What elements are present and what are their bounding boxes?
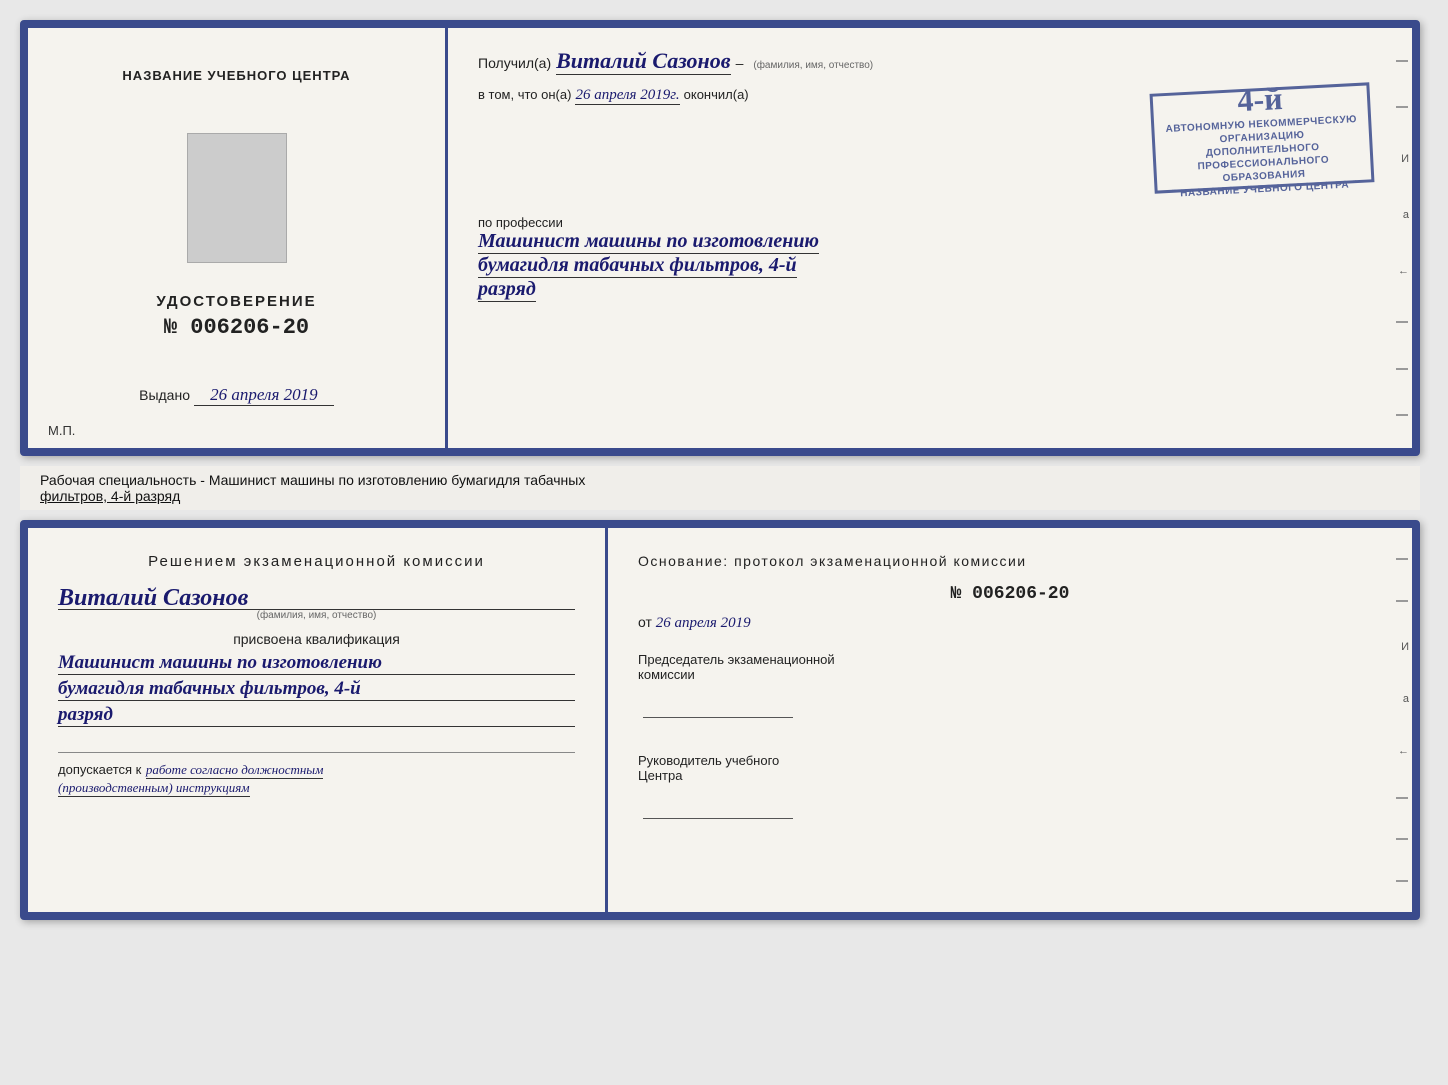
info-bar-text: Рабочая специальность - Машинист машины …: [40, 472, 585, 488]
допуск-section: допускается к работе согласно должностны…: [58, 752, 575, 797]
допуск-italic-2: (производственным) инструкциям: [58, 780, 250, 797]
bottom-right: Основание: протокол экзаменационной коми…: [608, 528, 1412, 912]
info-bar: Рабочая специальность - Машинист машины …: [20, 466, 1420, 510]
bsm-1: [1396, 558, 1408, 560]
recipient-line: Получил(а) Виталий Сазонов – (фамилия, и…: [478, 48, 1382, 75]
side-letter-a: а: [1392, 209, 1412, 221]
side-letter-arrow: ←: [1392, 265, 1412, 277]
name-block: Виталий Сазонов (фамилия, имя, отчество): [58, 585, 575, 621]
top-left-title: НАЗВАНИЕ УЧЕБНОГО ЦЕНТРА: [122, 68, 350, 83]
bsm-arrow: ←: [1392, 745, 1412, 757]
profession-line1: Машинист машины по изготовлению: [478, 230, 819, 254]
profession-block: Машинист машины по изготовлению бумагидл…: [478, 230, 1382, 302]
side-dash-1: [1396, 60, 1408, 62]
person-name: Виталий Сазонов: [58, 585, 248, 611]
side-dash-2: [1396, 106, 1408, 108]
profession-section: по профессии Машинист машины по изготовл…: [478, 215, 1382, 302]
osnov-title: Основание: протокол экзаменационной коми…: [638, 553, 1382, 569]
chairman-signature-line: [643, 717, 793, 718]
top-document: НАЗВАНИЕ УЧЕБНОГО ЦЕНТРА УДОСТОВЕРЕНИЕ №…: [20, 20, 1420, 456]
qual-line2: бумагидля табачных фильтров, 4-й: [58, 678, 575, 701]
bsm-a: а: [1392, 693, 1412, 705]
side-marks: И а ←: [1392, 28, 1412, 448]
bottom-document: Решением экзаменационной комиссии Витали…: [20, 520, 1420, 920]
photo-placeholder: [187, 133, 287, 263]
profession-prefix: по профессии: [478, 215, 563, 230]
mp-label: М.П.: [48, 423, 75, 438]
bottom-left: Решением экзаменационной комиссии Витали…: [28, 528, 608, 912]
recipient-dash: –: [736, 55, 744, 71]
doc-left: НАЗВАНИЕ УЧЕБНОГО ЦЕНТРА УДОСТОВЕРЕНИЕ №…: [28, 28, 448, 448]
commission-title: Решением экзаменационной комиссии: [58, 553, 575, 570]
date-from-value: 26 апреля 2019: [656, 615, 751, 631]
date-from-label: от: [638, 614, 652, 630]
issued-date: 26 апреля 2019: [194, 385, 334, 406]
cert-label: УДОСТОВЕРЕНИЕ: [156, 293, 316, 310]
recipient-prefix: Получил(а): [478, 55, 551, 71]
in-that-prefix: в том, что он(а): [478, 87, 571, 102]
issued-line: Выдано 26 апреля 2019: [48, 385, 425, 406]
side-letter-i: И: [1392, 153, 1412, 165]
bsm-4: [1396, 838, 1408, 840]
doc-right: Получил(а) Виталий Сазонов – (фамилия, и…: [448, 28, 1412, 448]
head-signature-line: [643, 818, 793, 819]
side-dash-5: [1396, 414, 1408, 416]
cert-number: № 006206-20: [164, 315, 309, 340]
bsm-2: [1396, 600, 1408, 602]
profession-line3: разряд: [478, 278, 536, 302]
chairman-section: Председатель экзаменационной комиссии: [638, 652, 1382, 723]
head-label: Руководитель учебного Центра: [638, 753, 1382, 783]
profession-line2: бумагидля табачных фильтров, 4-й: [478, 254, 797, 278]
side-dash-3: [1396, 321, 1408, 323]
bottom-side-marks: И а ←: [1392, 528, 1412, 912]
qual-block: Машинист машины по изготовлению бумагидл…: [58, 652, 575, 727]
assigned-label: присвоена квалификация: [58, 631, 575, 647]
stamp-box: 4-й АВТОНОМНУЮ НЕКОММЕРЧЕСКУЮ ОРГАНИЗАЦИ…: [1150, 82, 1375, 193]
chairman-label: Председатель экзаменационной комиссии: [638, 652, 1382, 682]
qual-line3: разряд: [58, 704, 575, 727]
date-from: от 26 апреля 2019: [638, 614, 1382, 632]
head-section: Руководитель учебного Центра: [638, 753, 1382, 824]
protocol-number: № 006206-20: [638, 584, 1382, 604]
recipient-name: Виталий Сазонов: [556, 48, 730, 75]
completed-label: окончил(а): [684, 87, 749, 102]
bsm-3: [1396, 797, 1408, 799]
completion-date: 26 апреля 2019г.: [575, 87, 679, 105]
side-dash-4: [1396, 368, 1408, 370]
info-bar-underline: фильтров, 4-й разряд: [40, 488, 180, 504]
bsm-i: И: [1392, 641, 1412, 653]
допуск-italic-1: работе согласно должностным: [146, 762, 324, 779]
issued-label: Выдано: [139, 387, 190, 403]
page-wrapper: НАЗВАНИЕ УЧЕБНОГО ЦЕНТРА УДОСТОВЕРЕНИЕ №…: [20, 20, 1428, 920]
bsm-5: [1396, 880, 1408, 882]
name-sub: (фамилия, имя, отчество): [58, 610, 575, 621]
допуск-label: допускается к: [58, 762, 141, 777]
recipient-sub: (фамилия, имя, отчество): [753, 60, 873, 71]
qual-line1: Машинист машины по изготовлению: [58, 652, 575, 675]
stamp-number: 4-й: [1236, 79, 1283, 118]
